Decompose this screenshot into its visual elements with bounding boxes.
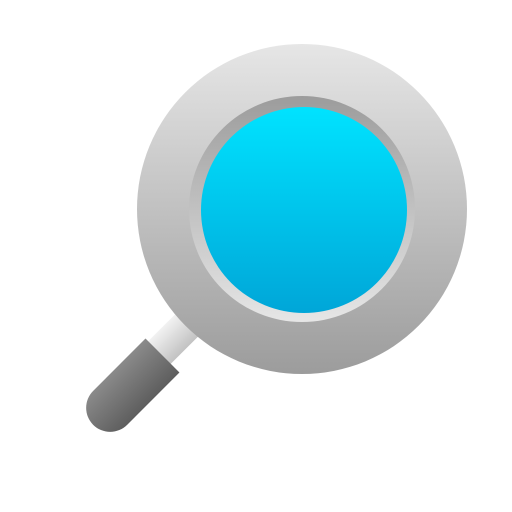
magnifier-lens <box>201 107 407 313</box>
magnifying-glass-icon <box>86 44 467 432</box>
icon-canvas <box>0 0 512 512</box>
